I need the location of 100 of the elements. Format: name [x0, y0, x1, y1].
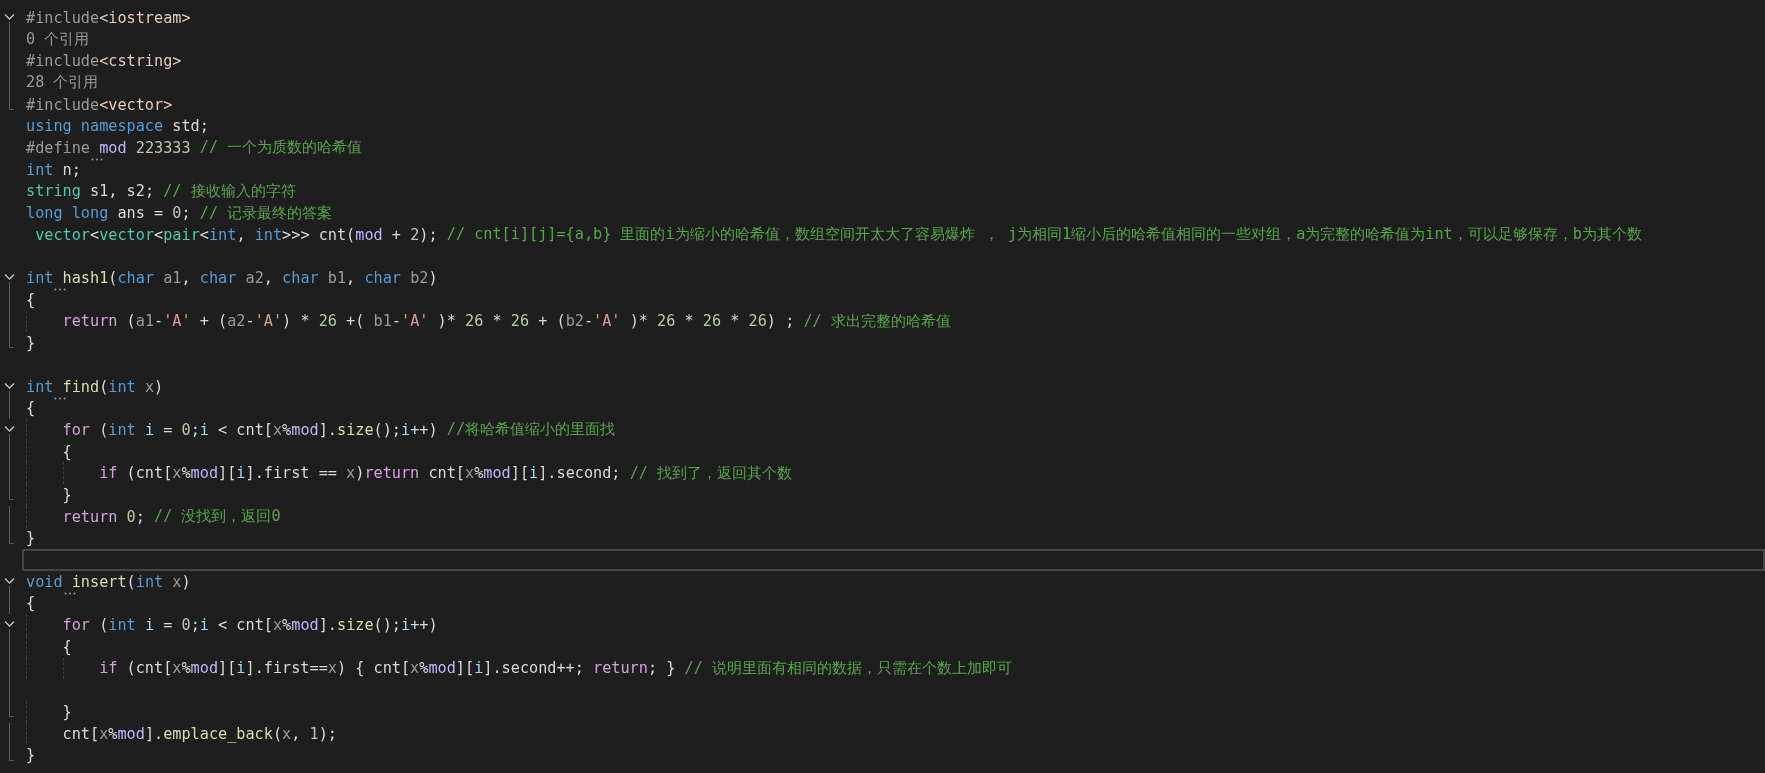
- code-plain: %: [181, 659, 191, 678]
- code-function: size: [337, 616, 374, 635]
- code-number: 26: [318, 312, 337, 331]
- code-parameter: x: [282, 724, 292, 743]
- code-variable: i: [401, 420, 411, 439]
- code-codelens: 28 个引用: [26, 72, 99, 94]
- code-plain: (: [98, 420, 109, 439]
- code-plain: {: [26, 399, 36, 418]
- code-plain: ,: [181, 269, 192, 288]
- code-plain: *: [683, 312, 695, 331]
- code-plain: ][: [455, 659, 475, 678]
- code-macro: mod: [190, 659, 219, 678]
- code-number: 0: [125, 507, 136, 526]
- code-plain: +(: [345, 312, 366, 331]
- code-keyword: char: [199, 269, 237, 288]
- code-plain: cnt[: [427, 464, 465, 483]
- code-plain: ,: [291, 724, 302, 743]
- code-plain: ();: [373, 420, 401, 439]
- code-parameter: b1: [326, 269, 347, 288]
- code-plain: -: [583, 312, 594, 331]
- fold-chevron-icon[interactable]: [4, 273, 15, 282]
- code-comment: // 说明里面有相同的数据，只需在个数上加即可: [684, 657, 1012, 679]
- code-plain: -: [391, 312, 401, 331]
- code-plain: cnt[: [62, 724, 100, 743]
- code-plain: *: [729, 312, 741, 331]
- code-comment: //将哈希值缩小的里面找: [446, 419, 616, 441]
- code-plain: + (: [537, 312, 566, 331]
- code-keyword: int: [135, 572, 164, 591]
- code-plain: <: [199, 225, 209, 244]
- code-plain: ++): [410, 420, 439, 439]
- code-plain: (: [98, 616, 109, 635]
- code-parameter: a2: [227, 312, 246, 331]
- code-plain: ,: [263, 269, 274, 288]
- code-preprocessor: #include: [26, 95, 100, 114]
- code-number: 26: [657, 312, 676, 331]
- code-plain: s1, s2;: [89, 182, 155, 201]
- code-function: emplace_back: [163, 724, 273, 743]
- code-preprocessor: #include: [26, 8, 100, 27]
- code-parameter: x: [410, 659, 420, 678]
- code-plain: ;: [190, 616, 200, 635]
- code-plain: ].: [318, 420, 337, 439]
- code-parameter: b2: [409, 269, 429, 288]
- code-macro: mod: [483, 464, 511, 483]
- code-keyword: void: [26, 572, 63, 591]
- code-include-path: <vector>: [99, 95, 173, 114]
- code-plain: %: [282, 616, 292, 635]
- code-function: find: [53, 377, 100, 396]
- code-keyword: char: [117, 269, 155, 288]
- code-macro: mod: [291, 616, 319, 635]
- code-plain: -: [245, 312, 255, 331]
- code-variable: i: [401, 616, 411, 635]
- code-plain: ].: [318, 616, 337, 635]
- code-comment: // 找到了，返回其个数: [629, 462, 793, 484]
- code-plain: <: [154, 225, 164, 244]
- code-plain: ): [181, 572, 191, 591]
- code-plain: (: [272, 724, 283, 743]
- code-plain: ) { cnt[: [336, 659, 411, 678]
- fold-chevron-icon[interactable]: [4, 381, 15, 390]
- code-plain: ): [154, 377, 164, 396]
- code-plain: );: [318, 724, 337, 743]
- code-number: 223333: [134, 138, 191, 157]
- code-plain: ][: [218, 464, 237, 483]
- code-function: insert: [62, 572, 127, 591]
- code-plain: %: [282, 420, 292, 439]
- code-plain: ][: [510, 464, 530, 483]
- code-plain: )*: [436, 312, 457, 331]
- code-plain: (cnt[: [125, 659, 173, 678]
- code-parameter: x: [171, 572, 182, 591]
- code-variable: i: [199, 420, 209, 439]
- code-macro: mod: [355, 225, 383, 244]
- code-variable: i: [199, 616, 209, 635]
- code-control: return: [364, 464, 420, 483]
- code-plain: ();: [373, 616, 401, 635]
- code-plain: +: [390, 225, 402, 244]
- fold-chevron-icon[interactable]: [4, 13, 15, 21]
- code-preprocessor: #define: [26, 138, 90, 157]
- code-control: return: [62, 507, 118, 526]
- code-number: 0: [181, 420, 191, 439]
- code-control: for: [62, 420, 90, 439]
- code-plain: ;: [181, 204, 191, 223]
- code-keyword: char: [282, 269, 319, 288]
- fold-chevron-icon[interactable]: [4, 620, 15, 629]
- code-parameter: x: [143, 377, 155, 396]
- code-comment: // 一个为质数的哈希值: [198, 137, 363, 159]
- fold-chevron-icon[interactable]: [4, 576, 15, 585]
- code-variable: i: [529, 464, 539, 483]
- code-keyword: long long: [26, 204, 109, 223]
- code-plain: }: [26, 746, 36, 765]
- code-parameter: x: [272, 420, 283, 439]
- code-plain: ].second;: [538, 464, 622, 483]
- fold-chevron-icon[interactable]: [4, 425, 15, 434]
- code-control: for: [62, 616, 90, 635]
- code-plain: (: [125, 312, 136, 331]
- code-keyword: namespace: [79, 117, 164, 136]
- code-variable: i: [143, 420, 155, 439]
- code-macro: mod: [428, 659, 456, 678]
- code-keyword: int: [108, 420, 136, 439]
- code-plain: }: [62, 485, 72, 504]
- code-keyword: int: [26, 160, 54, 179]
- code-plain: =: [162, 616, 174, 635]
